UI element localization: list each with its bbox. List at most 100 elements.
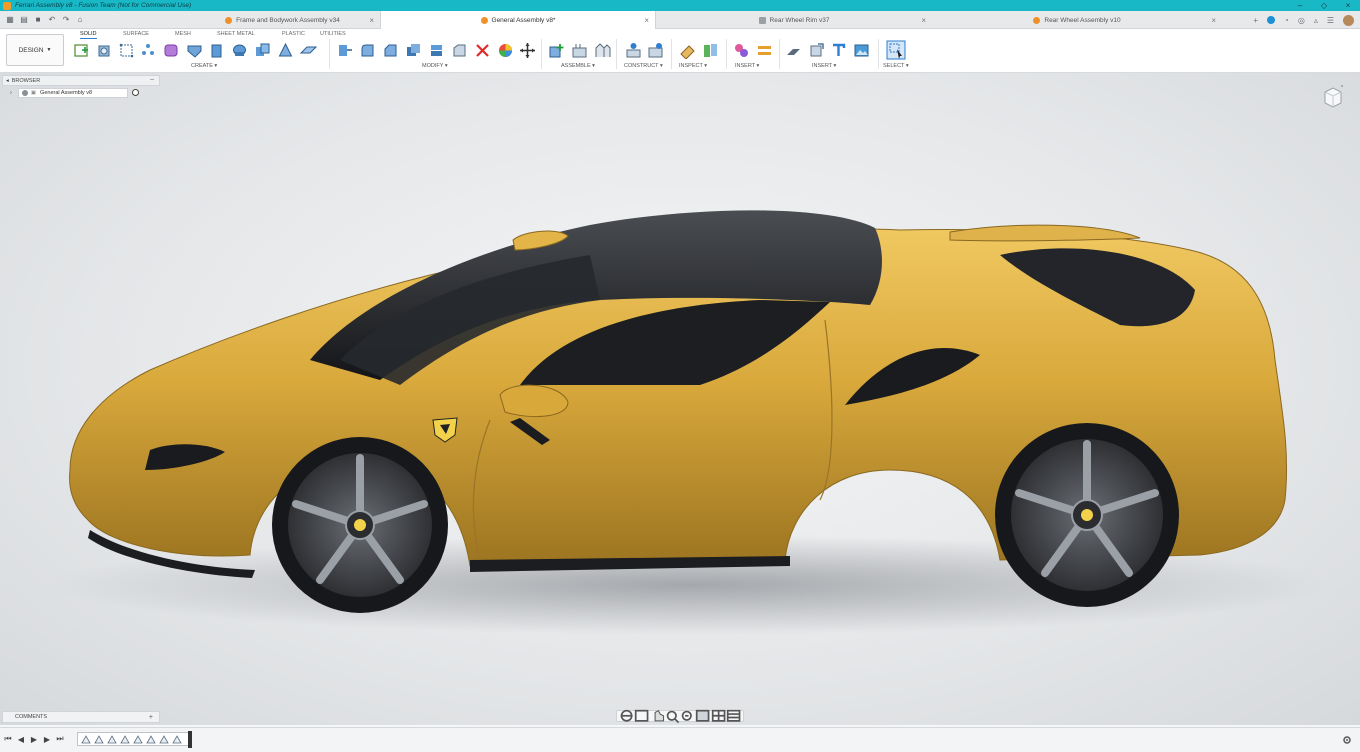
bell-icon[interactable]: ▵ [1314,16,1318,25]
cylinder-icon[interactable] [231,42,248,59]
pattern-icon[interactable] [140,42,157,59]
play-icon[interactable]: ▶ [30,734,38,744]
delete-icon[interactable] [474,42,491,59]
grid-settings-icon[interactable] [711,709,726,723]
split-body-icon[interactable] [451,42,468,59]
home-icon[interactable]: ⌂ [73,13,87,27]
revolve-icon[interactable] [118,42,135,59]
section-analysis-icon[interactable] [702,42,719,59]
press-pull-icon[interactable] [336,42,353,59]
ribbon-tab-utilities[interactable]: UTILITIES [320,31,346,37]
workspace-switcher-button[interactable]: DESIGN ▼ [6,34,64,66]
timeline-feature-icon[interactable] [94,735,104,744]
text-icon[interactable] [830,42,847,59]
group-insert[interactable]: INSERT ▾ [735,63,759,69]
cone-icon[interactable] [277,42,294,59]
appearance-icon[interactable] [497,42,514,59]
viewports-icon[interactable] [726,709,741,723]
tab-close-icon[interactable]: × [644,16,649,25]
maximize-icon[interactable]: ◇ [1312,0,1336,11]
plane-icon[interactable] [300,42,317,59]
ribbon-tab-plastic[interactable]: PLASTIC [282,31,305,37]
add-comment-icon[interactable]: + [149,714,153,721]
browser-header[interactable]: ◂ BROWSER – [2,75,160,86]
box-icon[interactable] [208,42,225,59]
collapse-arrow-icon[interactable]: ◂ [6,78,9,84]
go-to-start-icon[interactable]: ⏮ [4,734,12,744]
canvas-viewport[interactable] [0,73,1360,725]
ribbon-tab-surface[interactable]: SURFACE [123,31,149,37]
timeline-feature-icon[interactable] [172,735,182,744]
group-inspect[interactable]: INSPECT ▾ [679,63,707,69]
view-cube[interactable] [1322,84,1344,108]
ribbon-tab-solid[interactable]: SOLID [80,31,97,39]
browser-root-node[interactable]: ▣ General Assembly v8 [17,87,128,98]
grid-icon[interactable]: ▦ [3,13,17,27]
extrude-icon[interactable] [96,42,113,59]
redo-icon[interactable]: ↷ [59,13,73,27]
visibility-icon[interactable] [21,89,28,96]
clock-icon[interactable]: ◔ [1284,16,1289,25]
save-icon[interactable]: ■ [31,13,45,27]
midplane-icon[interactable] [647,42,664,59]
tab-frame-bodywork[interactable]: Frame and Bodywork Assembly v34 × [185,11,380,29]
group-insert-2[interactable]: INSERT ▾ [812,63,836,69]
timeline-marker[interactable] [188,731,192,748]
new-component-icon[interactable] [548,42,565,59]
minimize-icon[interactable]: – [1288,0,1312,11]
create-sketch-icon[interactable] [73,42,90,59]
timeline-feature-icon[interactable] [159,735,169,744]
timeline-feature-icon[interactable] [146,735,156,744]
undo-icon[interactable]: ↶ [45,13,59,27]
look-at-icon[interactable] [634,709,649,723]
tab-rear-wheel-assembly[interactable]: Rear Wheel Assembly v10 × [932,11,1222,29]
combine-icon[interactable] [254,42,271,59]
tab-close-icon[interactable]: × [369,16,374,25]
group-construct[interactable]: CONSTRUCT ▾ [624,63,663,69]
timeline-feature-icon[interactable] [81,735,91,744]
as-built-joint-icon[interactable] [594,42,611,59]
form-icon[interactable] [163,42,180,59]
comments-panel[interactable]: COMMENTS + [2,711,160,723]
step-back-icon[interactable]: ◀ [17,734,25,744]
document-settings-icon[interactable]: ▣ [31,90,36,96]
file-icon[interactable]: ▤ [17,13,31,27]
timeline-feature-icon[interactable] [133,735,143,744]
loft-icon[interactable] [186,42,203,59]
expand-arrow-icon[interactable]: › [10,90,12,96]
orbit-icon[interactable] [619,709,634,723]
car-model[interactable] [0,73,1360,725]
tab-general-assembly[interactable]: General Assembly v8* × [380,11,656,29]
display-settings-icon[interactable] [695,709,710,723]
decal-icon[interactable] [785,42,802,59]
globe-icon[interactable]: ◎ [1298,16,1305,25]
scale-icon[interactable] [428,42,445,59]
timeline-settings-icon[interactable] [1342,735,1352,745]
avatar[interactable] [1343,14,1354,26]
activate-radio[interactable] [131,89,139,96]
attached-canvas-icon[interactable] [853,42,870,59]
group-create[interactable]: CREATE ▾ [191,63,217,69]
pan-icon[interactable] [650,709,665,723]
tab-rear-wheel-rim[interactable]: Rear Wheel Rim v37 × [656,11,932,29]
insert-mesh-icon[interactable] [733,42,750,59]
step-forward-icon[interactable]: ▶ [43,734,51,744]
timeline-feature-icon[interactable] [120,735,130,744]
go-to-end-icon[interactable]: ⏭ [56,734,64,744]
chamfer-icon[interactable] [382,42,399,59]
ribbon-tab-mesh[interactable]: MESH [175,31,191,37]
canvas-icon[interactable] [808,42,825,59]
minimize-panel-icon[interactable]: – [150,76,154,83]
group-modify[interactable]: MODIFY ▾ [422,63,448,69]
tab-close-icon[interactable]: × [1211,16,1216,25]
job-status-icon[interactable]: ☰ [1327,16,1334,25]
move-icon[interactable] [519,42,536,59]
close-icon[interactable]: × [1336,0,1360,11]
timeline-feature-icon[interactable] [107,735,117,744]
ribbon-tab-sheet-metal[interactable]: SHEET METAL [217,31,255,37]
fit-icon[interactable] [680,709,695,723]
timeline-track[interactable] [77,732,190,746]
help-icon[interactable] [1266,16,1275,24]
joint-icon[interactable] [571,42,588,59]
browser-root-row[interactable]: › ▣ General Assembly v8 [2,86,160,99]
